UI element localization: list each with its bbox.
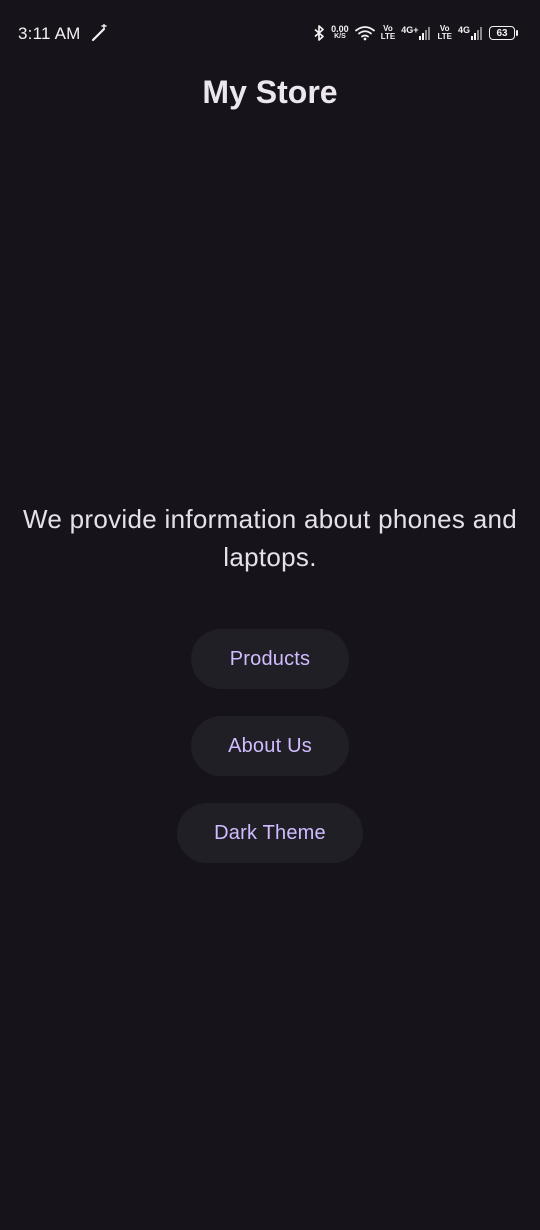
wand-icon [91,24,107,42]
status-icons: 0.00 K/S Vo LTE 4G+ Vo LTE 4G 63 [313,22,518,44]
tagline: We provide information about phones and … [23,504,517,572]
products-button[interactable]: Products [191,629,349,689]
sim2-volte: Vo LTE [437,25,452,41]
status-time: 3:11 AM [18,24,81,43]
sim1-volte: Vo LTE [381,25,396,41]
net-speed-value: 0.00 [331,24,349,34]
net-speed: 0.00 K/S [331,25,349,41]
sim2-network-label: 4G [457,25,470,35]
battery-level: 63 [489,26,515,40]
about-us-button[interactable]: About Us [191,716,349,776]
sim2-network: 4G [458,26,483,40]
page-title: My Store [202,74,338,110]
battery-icon: 63 [489,26,518,40]
sim1-network-label: 4G+ [401,25,419,35]
battery-tip [516,30,518,36]
dark-theme-button[interactable]: Dark Theme [177,803,363,863]
status-bar: 3:11 AM 0.00 K/S Vo LTE 4G+ Vo LTE 4G 63 [0,0,540,64]
sim1-bottom: LTE [380,32,396,41]
signal-icon [471,27,482,40]
bluetooth-icon [314,25,325,41]
sim2-bottom: LTE [437,32,452,41]
sim1-network: 4G+ [401,26,431,40]
signal-icon [419,27,431,40]
wifi-icon [354,26,375,41]
net-speed-unit: K/S [334,33,346,40]
